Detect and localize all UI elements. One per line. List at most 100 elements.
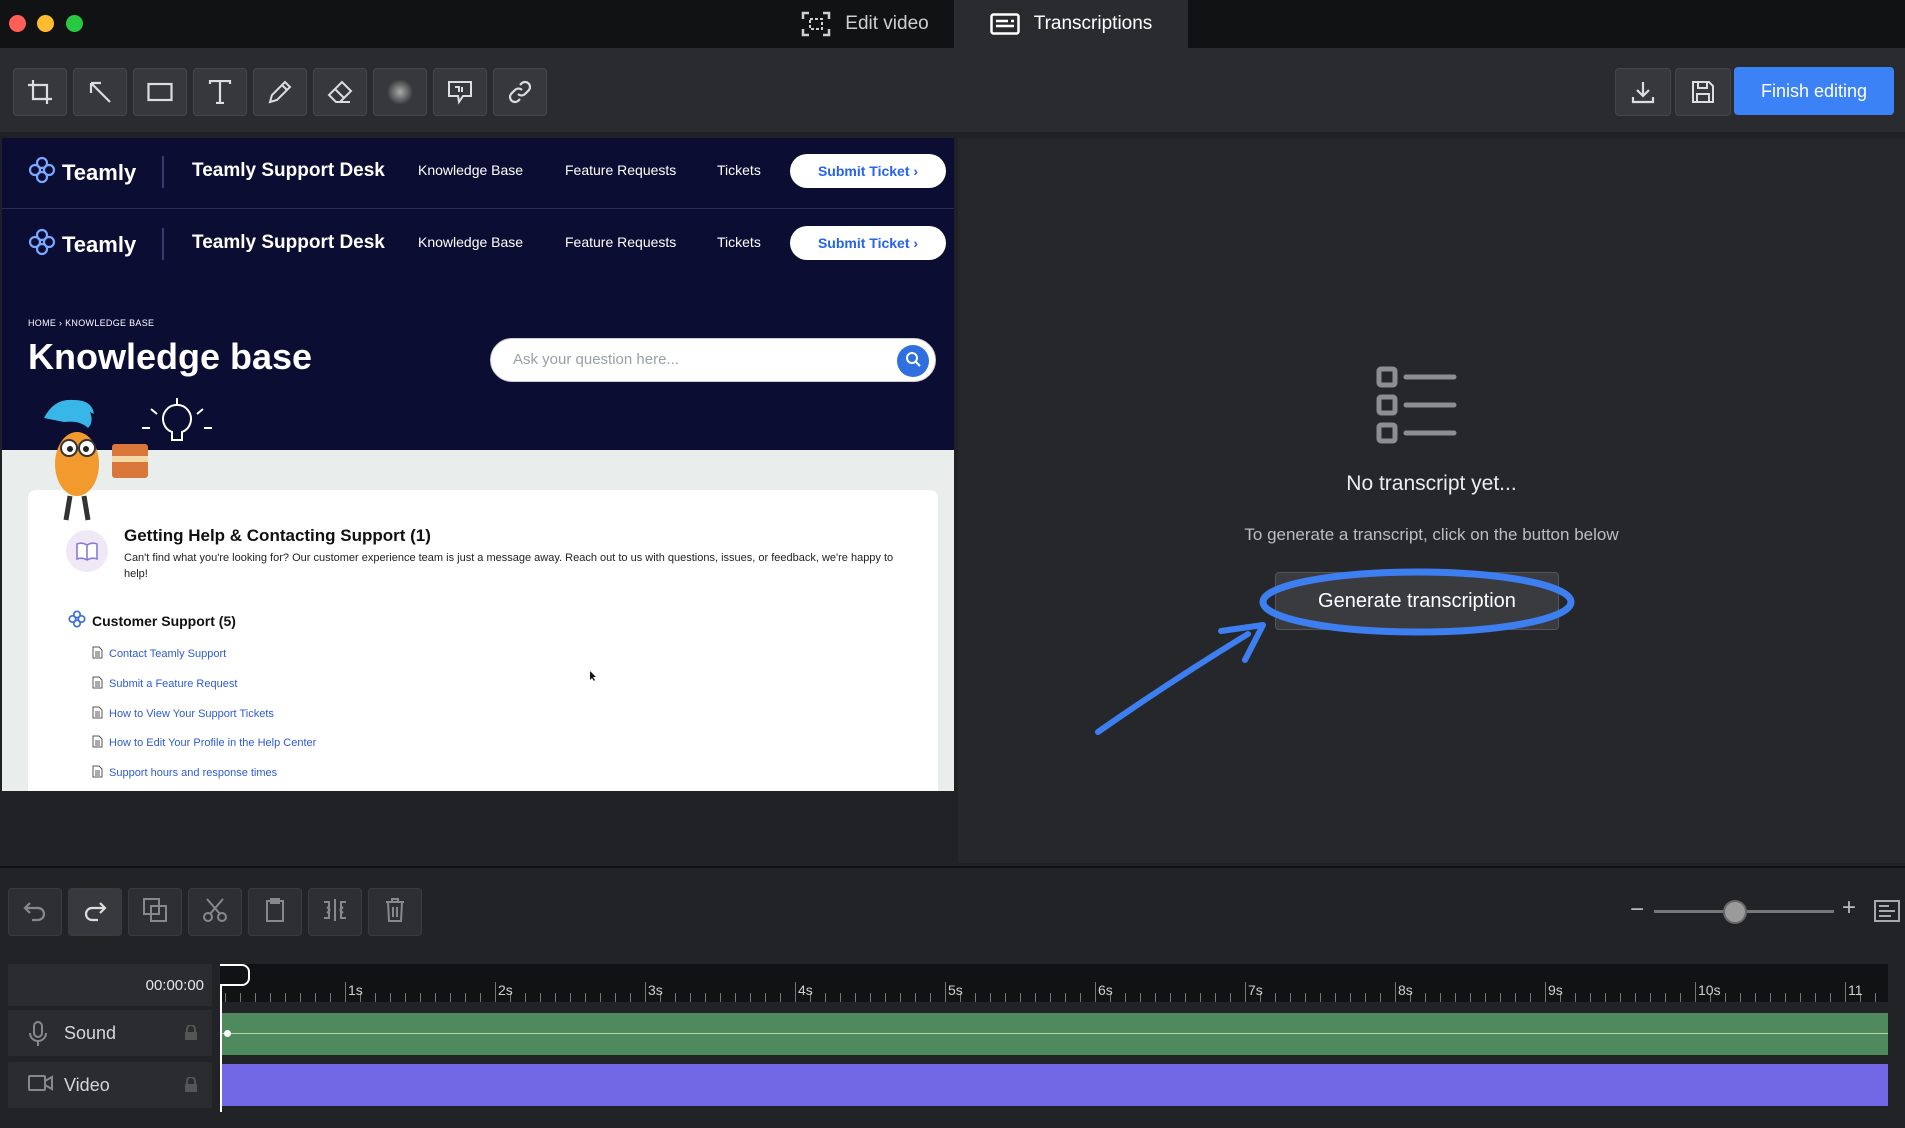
finish-editing-button[interactable]: Finish editing <box>1734 67 1894 115</box>
ruler-tick <box>420 993 421 1002</box>
download-button[interactable] <box>1615 68 1671 116</box>
pen-tool-button[interactable] <box>253 68 307 116</box>
track-name: Video <box>64 1074 110 1095</box>
zoom-in-button[interactable]: + <box>1842 894 1856 922</box>
text-tool-button[interactable] <box>193 68 247 116</box>
document-icon <box>92 646 103 662</box>
ruler-tick <box>1725 993 1726 1002</box>
track-header-video[interactable]: Video <box>8 1062 212 1108</box>
zoom-slider-thumb[interactable] <box>1723 900 1747 924</box>
tab-label: Edit video <box>845 13 929 34</box>
ruler-tick <box>1185 993 1186 1002</box>
generate-transcription-button[interactable]: Generate transcription <box>1275 572 1559 630</box>
paste-button[interactable] <box>248 888 302 936</box>
maximize-window-button[interactable] <box>66 15 83 32</box>
ruler-major-tick <box>1395 982 1396 1002</box>
blur-tool-button[interactable] <box>373 68 427 116</box>
site-logo[interactable]: Teamly <box>28 156 136 190</box>
save-button[interactable] <box>1675 68 1731 116</box>
playhead[interactable] <box>220 964 222 1112</box>
split-button[interactable] <box>308 888 362 936</box>
ruler-major-tick <box>1245 982 1246 1002</box>
article-title: Contact Teamly Support <box>109 648 227 660</box>
kb-search-button[interactable] <box>897 345 929 377</box>
track-header-sound[interactable]: Sound <box>8 1010 212 1056</box>
document-icon <box>92 765 103 781</box>
ruler-label: 1s <box>348 982 363 998</box>
ruler-tick <box>1305 993 1306 1002</box>
article-link[interactable]: Contact Teamly Support <box>92 646 226 662</box>
ruler-tick <box>1650 993 1651 1002</box>
ruler-major-tick <box>495 982 496 1002</box>
ruler-tick <box>1425 993 1426 1002</box>
ruler-tick <box>720 993 721 1002</box>
tab-edit-video[interactable]: Edit video <box>775 0 955 48</box>
article-link[interactable]: Submit a Feature Request <box>92 676 237 692</box>
playhead-handle[interactable] <box>220 964 250 986</box>
nav-link-tickets[interactable]: Tickets <box>717 162 761 178</box>
submit-ticket-button[interactable]: Submit Ticket › <box>790 154 946 188</box>
ruler-tick <box>615 993 616 1002</box>
ruler-label: 5s <box>948 982 963 998</box>
crop-tool-button[interactable] <box>13 68 67 116</box>
lock-icon[interactable] <box>184 1024 198 1046</box>
rectangle-icon <box>147 82 173 102</box>
kb-search-input[interactable] <box>511 350 891 369</box>
delete-button[interactable] <box>368 888 422 936</box>
duplicate-button[interactable] <box>128 888 182 936</box>
ruler-label: 9s <box>1548 982 1563 998</box>
close-window-button[interactable] <box>9 15 26 32</box>
volume-keyframe[interactable] <box>224 1030 231 1037</box>
ruler-tick <box>885 993 886 1002</box>
article-link[interactable]: How to Edit Your Profile in the Help Cen… <box>92 735 316 751</box>
no-transcript-subtext: To generate a transcript, click on the b… <box>1244 525 1619 544</box>
ruler-major-tick <box>1545 982 1546 1002</box>
save-icon <box>1690 79 1716 105</box>
tab-label: Transcriptions <box>1033 13 1153 34</box>
nav-link-tickets[interactable]: Tickets <box>717 234 761 250</box>
ruler-tick <box>1335 993 1336 1002</box>
link-tool-button[interactable] <box>493 68 547 116</box>
fit-timeline-icon[interactable] <box>1874 900 1900 927</box>
video-track-clip[interactable] <box>222 1064 1888 1106</box>
nav-link-knowledge-base[interactable]: Knowledge Base <box>418 234 523 250</box>
arrow-tool-button[interactable] <box>73 68 127 116</box>
cut-button[interactable] <box>188 888 242 936</box>
ruler-tick <box>1275 993 1276 1002</box>
redo-icon <box>82 898 108 927</box>
article-link[interactable]: How to View Your Support Tickets <box>92 706 274 722</box>
time-ruler[interactable]: 1s 2s 3s 4s 5s 6s 7s 8s 9s 10s 11 <box>220 964 1888 1002</box>
ruler-tick <box>780 993 781 1002</box>
current-time-display: 00:00:00 <box>8 964 212 1006</box>
article-link[interactable]: Support hours and response times <box>92 765 277 781</box>
submit-ticket-button[interactable]: Submit Ticket › <box>790 226 946 260</box>
undo-button[interactable] <box>8 888 62 936</box>
document-icon <box>92 676 103 692</box>
minimize-window-button[interactable] <box>37 15 54 32</box>
duplicate-icon <box>142 897 168 928</box>
subcategory-title[interactable]: Customer Support (5) <box>68 610 236 631</box>
breadcrumb[interactable]: HOME › KNOWLEDGE BASE <box>28 318 154 328</box>
nav-link-feature-requests[interactable]: Feature Requests <box>565 234 676 250</box>
nav-link-knowledge-base[interactable]: Knowledge Base <box>418 162 523 178</box>
ruler-tick <box>1020 993 1021 1002</box>
rectangle-tool-button[interactable] <box>133 68 187 116</box>
tab-transcriptions[interactable]: Transcriptions <box>954 0 1188 48</box>
ruler-major-tick <box>1845 982 1846 1002</box>
track-name: Sound <box>64 1022 117 1043</box>
volume-line[interactable] <box>222 1033 1888 1034</box>
zoom-out-button[interactable]: − <box>1630 896 1644 924</box>
lock-icon[interactable] <box>184 1076 198 1098</box>
site-logo[interactable]: Teamly <box>28 228 136 262</box>
ruler-tick <box>555 993 556 1002</box>
redo-button[interactable] <box>68 888 122 936</box>
callout-tool-button[interactable] <box>433 68 487 116</box>
ruler-tick <box>1035 993 1036 1002</box>
flower-icon <box>68 610 86 631</box>
document-icon <box>92 706 103 722</box>
ruler-tick <box>765 993 766 1002</box>
nav-link-feature-requests[interactable]: Feature Requests <box>565 162 676 178</box>
sound-track-clip[interactable] <box>222 1013 1888 1055</box>
eraser-tool-button[interactable] <box>313 68 367 116</box>
article-title: Support hours and response times <box>109 767 278 779</box>
